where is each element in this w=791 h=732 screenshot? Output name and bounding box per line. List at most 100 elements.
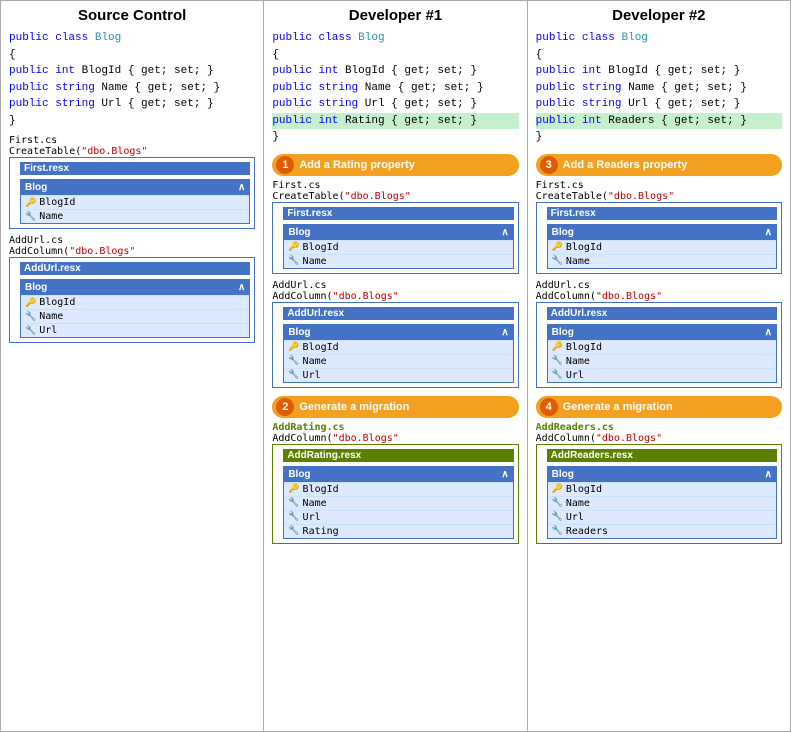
resx-header-1-1: AddUrl.resx bbox=[283, 307, 513, 320]
prop-icon: 🔧 bbox=[288, 526, 299, 536]
main-container: Source Control public class Blog{ public … bbox=[0, 0, 791, 732]
cs-file-2-0: First.cs bbox=[536, 180, 782, 191]
entity-row-1: 🔧Name bbox=[284, 496, 512, 510]
prop-icon: 🔧 bbox=[25, 312, 36, 322]
entity-row-0: 🔑BlogId bbox=[21, 295, 249, 309]
ef-panel-0-0: First.csCreateTable("dbo.Blogs"First.res… bbox=[9, 135, 255, 229]
resx-header-1-2: AddRating.resx bbox=[283, 449, 513, 462]
callout-1-code: 1Add a Rating property bbox=[272, 154, 518, 176]
entity-label-3: Rating bbox=[303, 526, 339, 537]
entity-label-1: Name bbox=[566, 256, 590, 267]
entity-label-0: BlogId bbox=[303, 342, 339, 353]
entity-label-3: Readers bbox=[566, 526, 608, 537]
resx-panel-0-0: First.resxBlog∧🔑BlogId🔧Name bbox=[9, 157, 255, 229]
entity-row-2: 🔧Url bbox=[21, 323, 249, 337]
cs-file-0-1: AddUrl.cs bbox=[9, 235, 255, 246]
resx-header-2-1: AddUrl.resx bbox=[547, 307, 777, 320]
cs-code-1-2: AddColumn("dbo.Blogs" bbox=[272, 433, 518, 444]
ef-panel-1-0: First.csCreateTable("dbo.Blogs"First.res… bbox=[272, 180, 518, 274]
key-icon: 🔑 bbox=[552, 242, 563, 252]
prop-icon: 🔧 bbox=[288, 370, 299, 380]
cs-code-2-1: AddColumn("dbo.Blogs" bbox=[536, 291, 782, 302]
entity-label-1: Name bbox=[566, 356, 590, 367]
entity-row-0: 🔑BlogId bbox=[548, 240, 776, 254]
key-icon: 🔑 bbox=[25, 198, 36, 208]
resx-panel-2-0: First.resxBlog∧🔑BlogId🔧Name bbox=[536, 202, 782, 274]
callout-num: 3 bbox=[540, 156, 558, 174]
key-icon: 🔑 bbox=[288, 342, 299, 352]
entity-box-1-0: Blog∧ 🔑 BlogId 🔧 Name bbox=[283, 224, 513, 269]
entity-row-1: 🔧Name bbox=[21, 209, 249, 223]
prop-icon: 🔧 bbox=[552, 256, 563, 266]
resx-header-2-2: AddReaders.resx bbox=[547, 449, 777, 462]
entity-label-1: Name bbox=[303, 356, 327, 367]
resx-panel-1-0: First.resxBlog∧🔑BlogId🔧Name bbox=[272, 202, 518, 274]
entity-box-0-0: Blog∧🔑BlogId🔧Name bbox=[20, 179, 250, 224]
cs-file-1-1: AddUrl.cs bbox=[272, 280, 518, 291]
prop-icon: 🔧 bbox=[552, 370, 563, 380]
prop-icon: 🔧 bbox=[552, 512, 563, 522]
entity-label-0: BlogId bbox=[39, 297, 75, 308]
callout-1-2: 2Generate a migration bbox=[272, 396, 518, 418]
entity-header-0-0: Blog∧ bbox=[21, 180, 249, 195]
cs-code-2-2: AddColumn("dbo.Blogs" bbox=[536, 433, 782, 444]
cs-file-0-0: First.cs bbox=[9, 135, 255, 146]
entity-label-0: BlogId bbox=[566, 484, 602, 495]
cs-code-2-0: CreateTable("dbo.Blogs" bbox=[536, 191, 782, 202]
entity-header-2-0: Blog∧ bbox=[548, 225, 776, 240]
code-block-1: public class Blog{ public int BlogId { g… bbox=[272, 30, 518, 146]
entity-row-1: 🔧 Name bbox=[284, 254, 512, 268]
ef-panel-0-1: AddUrl.csAddColumn("dbo.Blogs" AddUrl.res… bbox=[9, 235, 255, 343]
entity-label-0: BlogId bbox=[566, 242, 602, 253]
entity-label-0: BlogId bbox=[303, 484, 339, 495]
resx-panel-0-1: AddUrl.resxBlog∧🔑BlogId🔧Name🔧Url bbox=[9, 257, 255, 343]
entity-row-0: 🔑BlogId bbox=[548, 340, 776, 354]
callout-text: Generate a migration bbox=[299, 401, 409, 413]
entity-row-0: 🔑BlogId bbox=[548, 482, 776, 496]
resx-panel-2-1: AddUrl.resxBlog∧🔑BlogId🔧Name🔧Url bbox=[536, 302, 782, 388]
entity-label-1: Name bbox=[303, 256, 327, 267]
ef-panel-2-0: First.csCreateTable("dbo.Blogs"First.res… bbox=[536, 180, 782, 274]
key-icon: 🔑 bbox=[25, 298, 36, 308]
ef-panel-2-1: AddUrl.csAddColumn("dbo.Blogs"AddUrl.res… bbox=[536, 280, 782, 388]
callout-num: 4 bbox=[540, 398, 558, 416]
col-title-0: Source Control bbox=[9, 7, 255, 24]
column-2: Developer #2public class Blog{ public in… bbox=[528, 1, 790, 731]
entity-row-1: 🔧 Name bbox=[284, 354, 512, 368]
entity-box-2-2: Blog∧🔑BlogId🔧Name🔧Url🔧Readers bbox=[547, 466, 777, 539]
entity-row-1: 🔧Name bbox=[548, 496, 776, 510]
cs-code-1-1: AddColumn("dbo.Blogs" bbox=[272, 291, 518, 302]
resx-panel-2-2: AddReaders.resxBlog∧🔑BlogId🔧Name🔧Url🔧Rea… bbox=[536, 444, 782, 544]
key-icon: 🔑 bbox=[288, 242, 299, 252]
entity-box-2-1: Blog∧🔑BlogId🔧Name🔧Url bbox=[547, 324, 777, 383]
prop-icon: 🔧 bbox=[288, 356, 299, 366]
callout-text: Add a Readers property bbox=[563, 159, 688, 171]
entity-row-2: 🔧Url bbox=[548, 510, 776, 524]
column-0: Source Control public class Blog{ public … bbox=[1, 1, 264, 731]
cs-code-1-0: CreateTable("dbo.Blogs" bbox=[272, 191, 518, 202]
entity-label-2: Url bbox=[566, 512, 584, 523]
entity-row-0: 🔑 BlogId bbox=[284, 240, 512, 254]
cs-code-0-1: AddColumn("dbo.Blogs" bbox=[9, 246, 255, 257]
entity-row-1: 🔧Name bbox=[21, 309, 249, 323]
ef-panel-1-1: AddUrl.csAddColumn("dbo.Blogs" AddUrl.res… bbox=[272, 280, 518, 388]
resx-header-0-1: AddUrl.resx bbox=[20, 262, 250, 275]
entity-label-2: Url bbox=[39, 325, 57, 336]
code-block-0: public class Blog{ public int BlogId { g… bbox=[9, 30, 255, 129]
entity-label-0: BlogId bbox=[303, 242, 339, 253]
prop-icon: 🔧 bbox=[552, 356, 563, 366]
prop-icon: 🔧 bbox=[552, 498, 563, 508]
entity-row-0: 🔑BlogId bbox=[21, 195, 249, 209]
ef-panel-2-2: AddReaders.csAddColumn("dbo.Blogs"AddRea… bbox=[536, 422, 782, 544]
entity-box-1-2: Blog∧🔑BlogId🔧Name🔧Url🔧Rating bbox=[283, 466, 513, 539]
entity-row-2: 🔧 Url bbox=[284, 368, 512, 382]
entity-box-1-1: Blog∧🔑BlogId🔧Name🔧Url bbox=[283, 324, 513, 383]
col-title-2: Developer #2 bbox=[536, 7, 782, 24]
entity-header-1-0: Blog∧ bbox=[284, 225, 512, 240]
entity-label-1: Name bbox=[566, 498, 590, 509]
prop-icon: 🔧 bbox=[288, 256, 299, 266]
prop-icon: 🔧 bbox=[25, 212, 36, 222]
entity-header-2-2: Blog∧ bbox=[548, 467, 776, 482]
entity-label-2: Url bbox=[303, 370, 321, 381]
entity-label-0: BlogId bbox=[39, 197, 75, 208]
